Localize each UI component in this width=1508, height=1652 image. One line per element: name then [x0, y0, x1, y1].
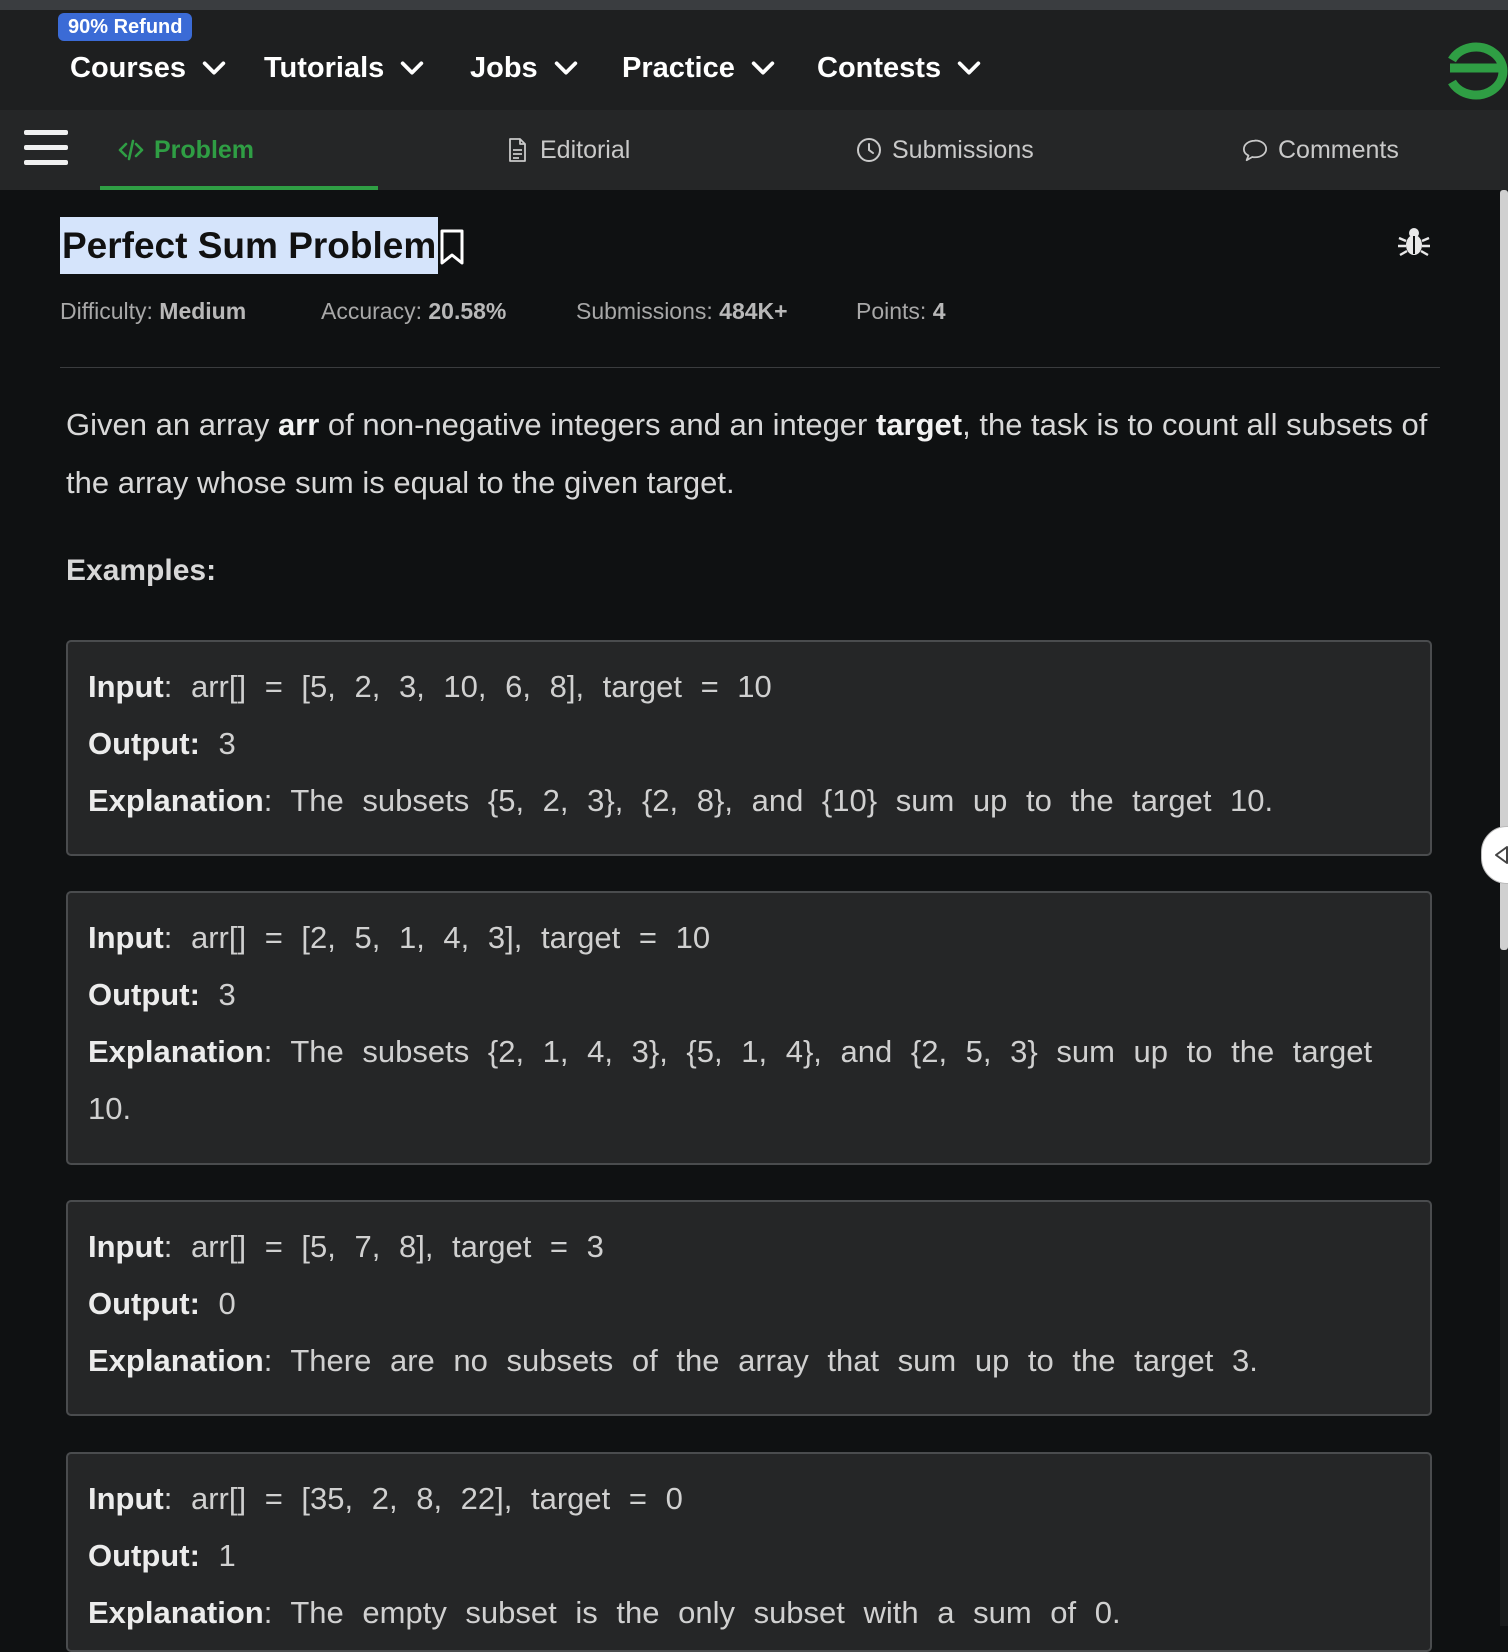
problem-description: Given an array arr of non-negative integ…: [66, 396, 1446, 512]
brand-logo-icon: [1448, 42, 1508, 100]
explanation-label: Explanation: [88, 1343, 264, 1378]
window-top-strip: [0, 0, 1508, 10]
input-label: Input: [88, 920, 164, 955]
bookmark-icon[interactable]: [438, 228, 466, 266]
accuracy-label: Accuracy:: [321, 298, 422, 324]
chevron-down-icon: [751, 61, 775, 75]
caret-left-icon: [1495, 846, 1508, 864]
refund-badge: 90% Refund: [58, 13, 193, 41]
top-navigation: 90% Refund Courses Tutorials Jobs Practi…: [0, 10, 1508, 110]
tab-comments[interactable]: Comments: [1242, 110, 1399, 190]
nav-practice[interactable]: Practice: [622, 40, 777, 96]
header-divider: [60, 367, 1440, 368]
chevron-down-icon: [957, 61, 981, 75]
explanation-label: Explanation: [88, 1595, 264, 1630]
explanation-label: Explanation: [88, 783, 264, 818]
output-label: Output:: [88, 726, 200, 761]
document-icon: [509, 138, 526, 162]
submissions-value: 484K+: [719, 298, 788, 324]
difficulty-meta: Difficulty: Medium: [60, 298, 246, 325]
examples-heading: Examples:: [66, 554, 217, 587]
example-output: 3: [199, 977, 236, 1012]
chevron-down-icon: [554, 61, 577, 75]
points-label: Points:: [856, 298, 927, 324]
input-label: Input: [88, 1481, 164, 1516]
tab-submissions[interactable]: Submissions: [856, 110, 1034, 190]
nav-contests[interactable]: Contests: [817, 40, 983, 96]
difficulty-value: Medium: [159, 298, 247, 324]
nav-courses-label: Courses: [70, 51, 187, 84]
nav-jobs-label: Jobs: [470, 51, 538, 84]
description-text: Given an array: [66, 407, 278, 442]
problem-tabbar: Problem Editorial Submissions Comments: [0, 110, 1508, 190]
example-input: : arr[] = [2, 5, 1, 4, 3], target = 10: [163, 920, 711, 955]
tab-comments-label: Comments: [1278, 135, 1399, 164]
bug-report-icon[interactable]: [1396, 224, 1432, 260]
output-label: Output:: [88, 1286, 200, 1321]
example-box: Input: arr[] = [5, 2, 3, 10, 6, 8], targ…: [66, 640, 1432, 856]
tab-problem-label: Problem: [154, 135, 255, 164]
tab-problem[interactable]: Problem: [118, 110, 254, 190]
chat-bubble-icon: [1242, 139, 1268, 162]
example-explanation: : The subsets {5, 2, 3}, {2, 8}, and {10…: [263, 783, 1274, 818]
nav-practice-label: Practice: [622, 51, 735, 84]
accuracy-meta: Accuracy: 20.58%: [321, 298, 506, 325]
explanation-label: Explanation: [88, 1034, 264, 1069]
description-bold-arr: arr: [277, 407, 320, 442]
input-label: Input: [88, 669, 164, 704]
output-label: Output:: [88, 977, 200, 1012]
example-box: Input: arr[] = [5, 7, 8], target = 3 Out…: [66, 1200, 1432, 1416]
description-text: of non-negative integers and an integer: [319, 407, 876, 442]
nav-jobs[interactable]: Jobs: [470, 40, 580, 96]
chevron-down-icon: [202, 61, 226, 75]
example-box: Input: arr[] = [2, 5, 1, 4, 3], target =…: [66, 891, 1432, 1165]
tab-editorial[interactable]: Editorial: [504, 110, 630, 190]
problem-title: Perfect Sum Problem: [60, 217, 439, 274]
submissions-meta: Submissions: 484K+: [576, 298, 788, 325]
description-bold-target: target: [875, 407, 963, 442]
example-explanation: : The empty subset is the only subset wi…: [263, 1595, 1121, 1630]
nav-tutorials[interactable]: Tutorials: [264, 40, 426, 96]
points-value: 4: [932, 298, 946, 324]
example-output: 0: [199, 1286, 236, 1321]
example-input: : arr[] = [5, 2, 3, 10, 6, 8], target = …: [163, 669, 772, 704]
nav-contests-label: Contests: [817, 51, 942, 84]
accuracy-value: 20.58%: [428, 298, 507, 324]
brand-logo[interactable]: [1438, 38, 1508, 102]
chevron-down-icon: [401, 61, 424, 75]
example-output: 1: [199, 1538, 236, 1573]
points-meta: Points: 4: [856, 298, 946, 325]
input-label: Input: [88, 1229, 164, 1264]
code-icon: [118, 139, 144, 161]
example-input: : arr[] = [5, 7, 8], target = 3: [163, 1229, 604, 1264]
example-box: Input: arr[] = [35, 2, 8, 22], target = …: [66, 1452, 1432, 1652]
submissions-label: Submissions:: [576, 298, 713, 324]
example-explanation: : The subsets {2, 1, 4, 3}, {5, 1, 4}, a…: [88, 1034, 1373, 1126]
nav-courses[interactable]: Courses: [70, 40, 228, 96]
example-explanation: : There are no subsets of the array that…: [263, 1343, 1258, 1378]
clock-icon: [857, 138, 881, 162]
tab-submissions-label: Submissions: [892, 135, 1034, 164]
nav-tutorials-label: Tutorials: [264, 51, 385, 84]
example-input: : arr[] = [35, 2, 8, 22], target = 0: [163, 1481, 683, 1516]
tab-editorial-label: Editorial: [540, 135, 631, 164]
example-output: 3: [199, 726, 236, 761]
difficulty-label: Difficulty:: [60, 298, 153, 324]
menu-icon[interactable]: [24, 130, 68, 170]
output-label: Output:: [88, 1538, 200, 1573]
